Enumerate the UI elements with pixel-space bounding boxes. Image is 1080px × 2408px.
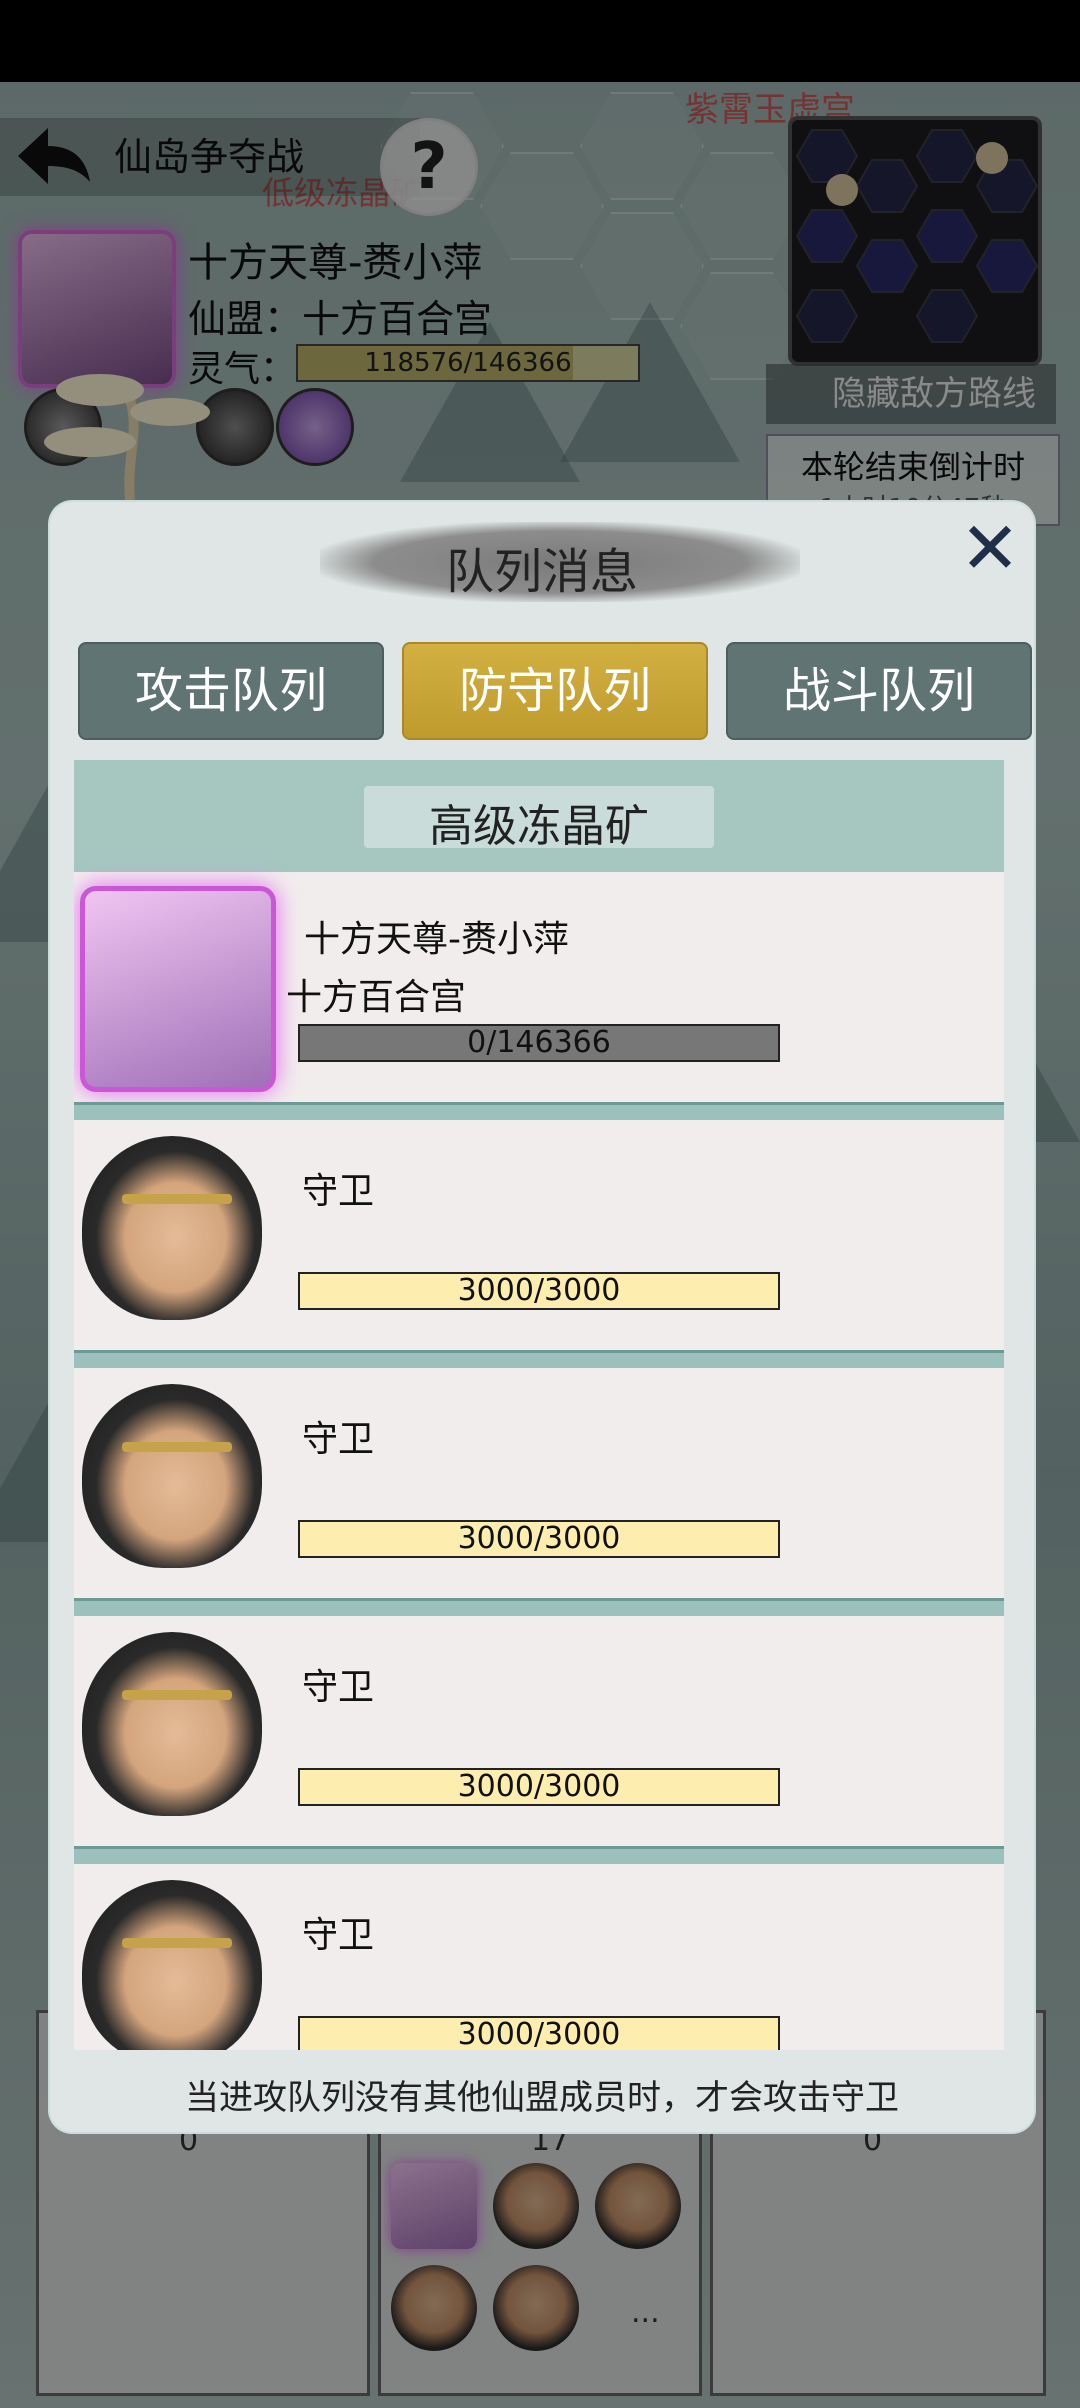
hp-value: 3000/3000: [457, 1273, 621, 1308]
hp-bar: 3000/3000: [298, 1272, 780, 1310]
guard-name: 守卫: [302, 1419, 375, 1460]
tab-defense-queue[interactable]: 防守队列: [402, 642, 708, 740]
list-item[interactable]: 守卫 3000/3000: [74, 1616, 1004, 1846]
footer-note: 当进攻队列没有其他仙盟成员时，才会攻击守卫: [185, 2078, 899, 2118]
list-item[interactable]: 守卫 3000/3000: [74, 1120, 1004, 1350]
hp-value: 0/146366: [467, 1025, 611, 1060]
hp-value: 3000/3000: [457, 1769, 621, 1804]
guard-avatar: [82, 1880, 262, 2050]
guard-avatar: [82, 1384, 262, 1568]
guard-name: 守卫: [302, 1915, 375, 1956]
hp-value: 3000/3000: [457, 2017, 621, 2051]
guard-avatar: [82, 1632, 262, 1816]
section-title: 高级冻晶矿: [429, 801, 649, 852]
tab-attack-queue[interactable]: 攻击队列: [78, 642, 384, 740]
hp-bar: 3000/3000: [298, 1520, 780, 1558]
member-guild: 十方百合宫: [286, 977, 467, 1018]
dialog-title: 队列消息: [445, 544, 638, 600]
guard-name: 守卫: [302, 1667, 375, 1708]
list-item[interactable]: 守卫 3000/3000: [74, 1864, 1004, 2050]
guard-avatar: [82, 1136, 262, 1320]
guard-name: 守卫: [302, 1171, 375, 1212]
hp-bar: 0/146366: [298, 1024, 780, 1062]
hp-value: 3000/3000: [457, 1521, 621, 1556]
tab-battle-queue[interactable]: 战斗队列: [726, 642, 1032, 740]
defense-queue-list[interactable]: 高级冻晶矿 十方天尊-赉小萍 十方百合宫 0/146366 守卫 3000/30…: [74, 760, 1004, 2050]
hp-bar: 3000/3000: [298, 1768, 780, 1806]
list-item[interactable]: 守卫 3000/3000: [74, 1368, 1004, 1598]
close-icon[interactable]: ✕: [954, 512, 1026, 584]
hp-bar: 3000/3000: [298, 2016, 780, 2050]
list-item[interactable]: 十方天尊-赉小萍 十方百合宫 0/146366: [74, 872, 1004, 1102]
section-header: 高级冻晶矿: [74, 760, 1004, 872]
member-name: 十方天尊-赉小萍: [304, 919, 569, 960]
queue-message-dialog: 队列消息 ✕ 攻击队列 防守队列 战斗队列 高级冻晶矿 十方天尊-赉小萍 十方百…: [50, 502, 1034, 2132]
member-avatar: [80, 886, 276, 1092]
